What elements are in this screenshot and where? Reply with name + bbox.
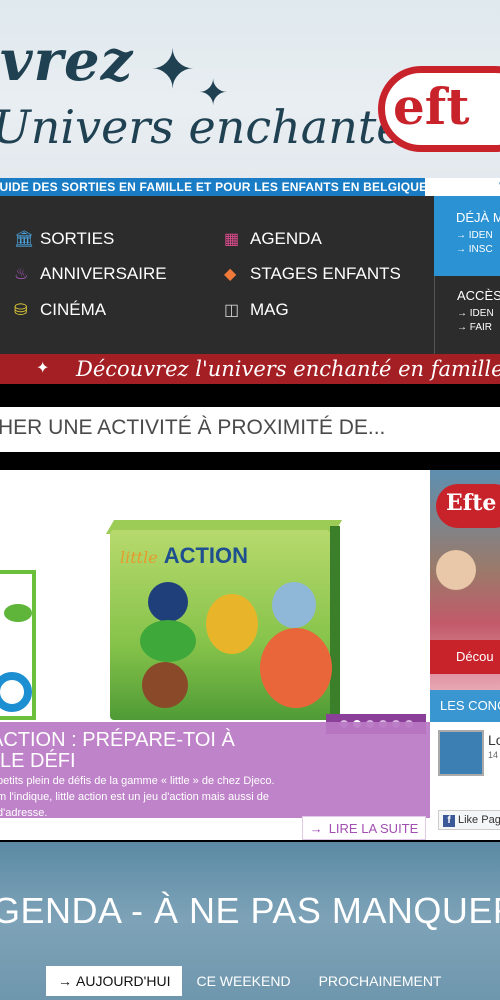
read-more-label: LIRE LA SUITE [328,820,419,836]
member-login-link[interactable]: → IDEN [456,229,500,243]
tagline-bar: GUIDE DES SORTIES EN FAMILLE ET POUR LES… [0,178,500,196]
koala-illustration [272,582,316,628]
book-icon: ◫ [224,302,240,319]
nav-item-label: CINÉMA [40,300,107,319]
sparkle-icon: ✦ [36,360,50,377]
nav-item-stages-enfants[interactable]: ◆ STAGES ENFANTS [224,263,401,285]
princess-illustration [436,550,476,590]
game-box-title-text: ACTION [163,543,249,568]
arrow-right-icon: → [58,973,72,989]
slide-caption: ACTION : PRÉPARE-TOI À R LE DÉFI petits … [0,722,430,819]
brand-logo-text: eft [393,77,470,136]
ad-discover-button[interactable]: Décou [430,640,500,674]
leaf-shape [4,604,32,622]
contests-widget: LES CONC Lo 14 f Like Pag [430,690,500,840]
nav-item-cinema[interactable]: ⛁ CINÉMA [14,299,106,321]
location-search-input[interactable] [0,407,500,452]
monkey-illustration [142,662,188,708]
pro-action-link[interactable]: → FAIR [457,321,500,335]
game-box-title: little ACTION [120,543,248,569]
ring-shape [0,672,32,712]
slide-title-line2[interactable]: R LE DÉFI [0,751,430,772]
cheetah-illustration [206,594,258,654]
game-box-side [330,526,340,716]
crocodile-illustration [140,620,196,662]
contests-page-meta: 14 [488,750,499,760]
read-more-button[interactable]: → LIRE LA SUITE [302,816,426,840]
nav-item-label: AGENDA [250,229,322,248]
nav-item-agenda[interactable]: ▦ AGENDA [224,228,322,250]
toucan-illustration [148,582,188,622]
contests-page-avatar[interactable] [438,730,484,776]
nav-item-label: SORTIES [40,229,115,248]
featured-carousel[interactable]: little ACTION ACTION : PRÉPARE-TOI À R LE… [0,470,430,840]
calendar-icon: ▦ [224,231,240,248]
sparkle-star-icon: ✦ [150,40,196,100]
slogan-text: Découvrez l'univers enchanté en famille [76,357,500,381]
contests-header: LES CONC [430,690,500,722]
nav-item-label: STAGES ENFANTS [250,264,401,283]
tag-icon: ◆ [224,266,237,283]
agenda-section: GENDA - À NE PAS MANQUER → AUJOURD'HUI C… [0,842,500,1000]
member-register-link[interactable]: → INSC [456,243,500,257]
tab-ce-weekend[interactable]: CE WEEKEND [182,966,304,996]
pro-panel-title: ACCÈS [457,288,500,303]
arrow-right-icon: → [309,820,323,836]
tagline-text: GUIDE DES SORTIES EN FAMILLE ET POUR LES… [0,180,428,194]
banner-headline-line1: vrez [0,28,134,94]
nav-item-label: MAG [250,300,289,319]
banner-headline-line2: Univers enchanté [0,100,404,154]
nav-item-mag[interactable]: ◫ MAG [224,299,289,321]
nav-item-sorties[interactable]: 🏛 SORTIES [14,228,114,250]
pro-login-link[interactable]: → IDEN [457,307,500,321]
pro-access-panel: ACCÈS → IDEN → FAIR [434,276,500,354]
advertisement-banner[interactable]: Efte Décou [430,470,500,690]
main-navigation: 🏛 SORTIES ♨ ANNIVERSAIRE ⛁ CINÉMA ▦ AGEN… [0,196,434,354]
tagline-right-text: V [425,178,500,196]
member-login-panel: DÉJÀ M → IDEN → INSC [434,196,500,276]
nav-item-anniversaire[interactable]: ♨ ANNIVERSAIRE [14,263,167,285]
tab-label: AUJOURD'HUI [76,973,171,989]
game-box-brand: little [120,548,158,567]
facebook-icon: f [443,815,455,827]
member-panel-title: DÉJÀ M [456,210,500,225]
agenda-tabs: → AUJOURD'HUI CE WEEKEND PROCHAINEMENT [46,966,455,996]
cake-icon: ♨ [14,266,29,283]
nav-item-label: ANNIVERSAIRE [40,264,167,283]
like-label: Like Pag [458,814,500,826]
header-banner[interactable]: vrez ✦ ✦ Univers enchanté eft [0,0,500,178]
facebook-like-button[interactable]: f Like Pag [438,810,500,830]
previous-slide-image [0,570,36,720]
building-icon: 🏛 [14,231,35,248]
tiger-illustration [260,628,332,708]
slogan-bar: ✦ Découvrez l'univers enchanté en famill… [0,354,500,384]
ad-logo-text: Efte [446,490,497,516]
tab-aujourdhui[interactable]: → AUJOURD'HUI [46,966,183,996]
slide-excerpt-line: petits plein de défis de la gamme « litt… [0,775,275,787]
contests-page-name[interactable]: Lo [488,732,500,748]
brand-logo[interactable]: eft [378,66,500,152]
slide-excerpt-line: m l'indique, little action est un jeu d'… [0,791,270,803]
ad-logo: Efte [436,484,500,528]
popcorn-icon: ⛁ [14,302,28,319]
tab-prochainement[interactable]: PROCHAINEMENT [305,966,456,996]
slide-title-line1[interactable]: ACTION : PRÉPARE-TOI À [0,730,430,751]
agenda-title: GENDA - À NE PAS MANQUER [0,890,500,931]
